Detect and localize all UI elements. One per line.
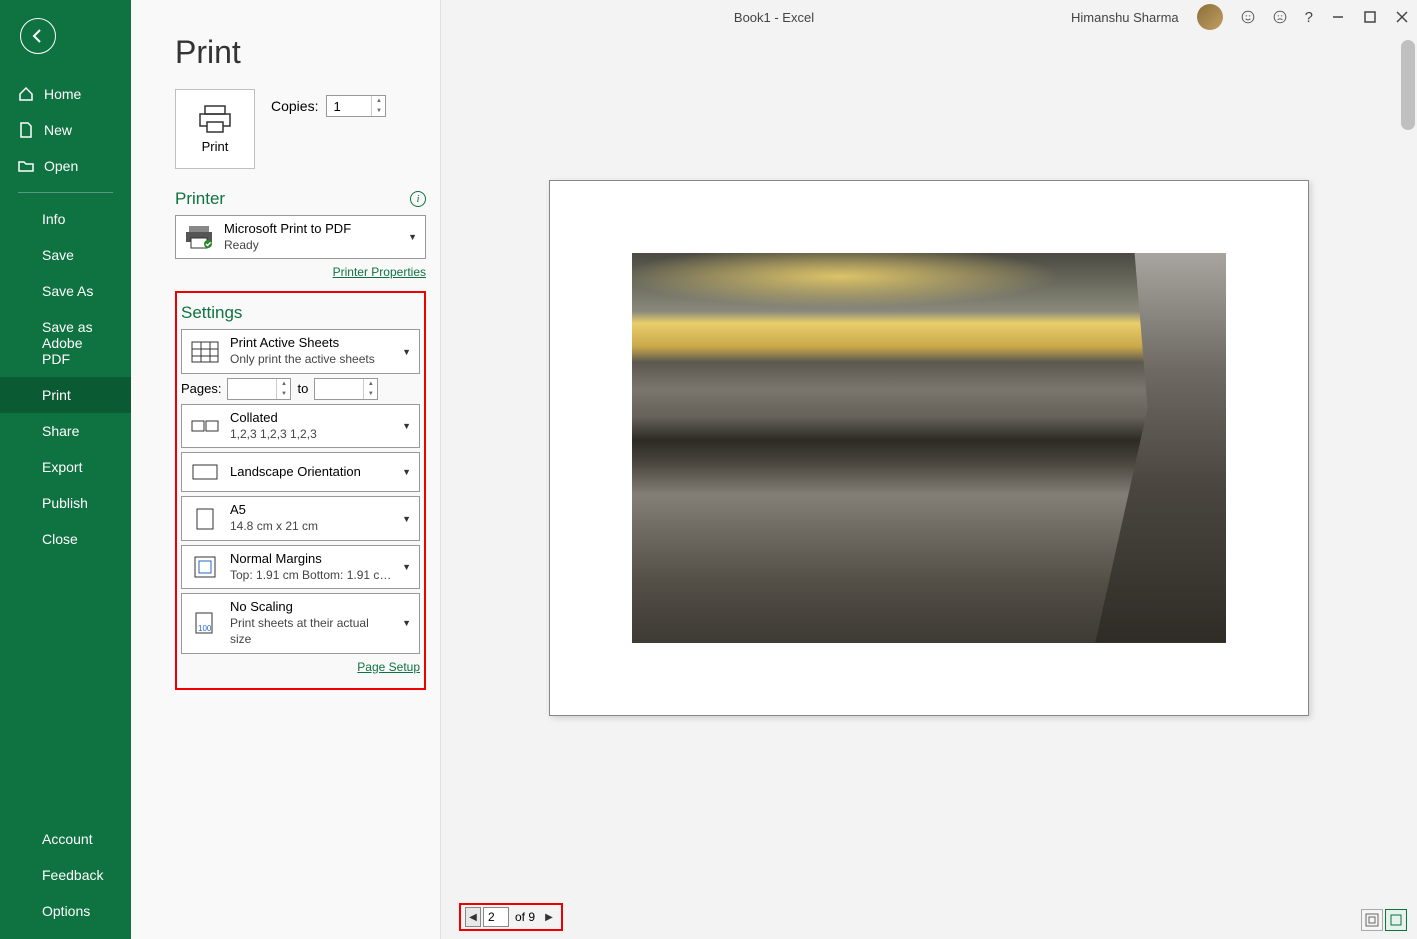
spinner-up-icon[interactable]: ▲ bbox=[372, 96, 385, 106]
margins-select[interactable]: Normal MarginsTop: 1.91 cm Bottom: 1.91 … bbox=[181, 545, 420, 589]
chevron-down-icon: ▼ bbox=[402, 618, 411, 628]
frown-icon[interactable] bbox=[1273, 10, 1287, 24]
scaling-icon: 100 bbox=[190, 609, 220, 637]
print-button[interactable]: Print bbox=[175, 89, 255, 169]
svg-text:100: 100 bbox=[198, 624, 212, 633]
user-name: Himanshu Sharma bbox=[1071, 10, 1179, 25]
sidebar-item-info[interactable]: Info bbox=[0, 201, 131, 237]
backstage-sidebar: Home New Open Info Save Save As Save as … bbox=[0, 0, 131, 939]
title-bar: Book1 - Excel Himanshu Sharma ? bbox=[131, 0, 1417, 34]
printer-select[interactable]: Microsoft Print to PDF Ready ▼ bbox=[175, 215, 426, 259]
prev-page-button[interactable]: ◀ bbox=[465, 907, 481, 927]
sidebar-label-open: Open bbox=[44, 158, 78, 174]
maximize-button[interactable] bbox=[1363, 10, 1377, 24]
copies-spinner[interactable]: ▲▼ bbox=[326, 95, 386, 117]
sidebar-item-home[interactable]: Home bbox=[0, 76, 131, 112]
copies-input[interactable] bbox=[327, 99, 367, 114]
info-icon[interactable]: i bbox=[410, 191, 426, 207]
settings-heading: Settings bbox=[181, 303, 242, 323]
sidebar-item-close[interactable]: Close bbox=[0, 521, 131, 557]
home-icon bbox=[18, 86, 34, 102]
pages-to-spinner[interactable]: ▲▼ bbox=[314, 378, 378, 400]
chevron-down-icon: ▼ bbox=[408, 232, 417, 242]
zoom-to-page-button[interactable] bbox=[1385, 909, 1407, 931]
sidebar-separator bbox=[18, 192, 113, 193]
sheets-icon bbox=[190, 338, 220, 366]
new-icon bbox=[18, 122, 34, 138]
sidebar-item-saveas[interactable]: Save As bbox=[0, 273, 131, 309]
sidebar-item-options[interactable]: Options bbox=[0, 893, 131, 929]
back-button[interactable] bbox=[20, 18, 56, 54]
smiley-icon[interactable] bbox=[1241, 10, 1255, 24]
preview-page bbox=[549, 180, 1309, 716]
sidebar-item-publish[interactable]: Publish bbox=[0, 485, 131, 521]
page-title: Print bbox=[175, 34, 426, 71]
page-number-input[interactable] bbox=[483, 907, 509, 927]
printer-device-icon bbox=[184, 223, 214, 251]
window-title: Book1 - Excel bbox=[734, 10, 814, 25]
landscape-icon bbox=[190, 458, 220, 486]
chevron-down-icon: ▼ bbox=[402, 514, 411, 524]
sidebar-item-save-adobe[interactable]: Save as Adobe PDF bbox=[0, 309, 131, 377]
scaling-select[interactable]: 100 No ScalingPrint sheets at their actu… bbox=[181, 593, 420, 653]
help-icon[interactable]: ? bbox=[1305, 9, 1313, 26]
sidebar-item-open[interactable]: Open bbox=[0, 148, 131, 184]
avatar[interactable] bbox=[1197, 4, 1223, 30]
what-to-print-select[interactable]: Print Active SheetsOnly print the active… bbox=[181, 329, 420, 373]
pages-from-input[interactable] bbox=[228, 381, 268, 396]
sidebar-item-share[interactable]: Share bbox=[0, 413, 131, 449]
sidebar-item-feedback[interactable]: Feedback bbox=[0, 857, 131, 893]
pages-from-spinner[interactable]: ▲▼ bbox=[227, 378, 291, 400]
close-button[interactable] bbox=[1395, 10, 1409, 24]
printer-properties-link[interactable]: Printer Properties bbox=[333, 265, 426, 279]
spinner-down-icon[interactable]: ▼ bbox=[372, 106, 385, 116]
margins-icon bbox=[190, 553, 220, 581]
sidebar-item-print[interactable]: Print bbox=[0, 377, 131, 413]
sidebar-item-export[interactable]: Export bbox=[0, 449, 131, 485]
print-preview: ◀ of 9 ▶ bbox=[441, 0, 1417, 939]
collate-icon bbox=[190, 412, 220, 440]
page-icon bbox=[190, 505, 220, 533]
paper-size-select[interactable]: A514.8 cm x 21 cm ▼ bbox=[181, 496, 420, 540]
chevron-down-icon: ▼ bbox=[402, 421, 411, 431]
page-setup-link[interactable]: Page Setup bbox=[357, 660, 420, 674]
sidebar-item-save[interactable]: Save bbox=[0, 237, 131, 273]
pages-label: Pages: bbox=[181, 381, 221, 396]
next-page-button[interactable]: ▶ bbox=[541, 907, 557, 927]
printer-icon bbox=[198, 105, 232, 133]
sidebar-item-new[interactable]: New bbox=[0, 112, 131, 148]
copies-label: Copies: bbox=[271, 98, 318, 114]
sidebar-label-new: New bbox=[44, 122, 72, 138]
to-label: to bbox=[297, 381, 308, 396]
page-total: of 9 bbox=[511, 910, 539, 924]
preview-scrollbar[interactable] bbox=[1401, 40, 1415, 130]
collate-select[interactable]: Collated1,2,3 1,2,3 1,2,3 ▼ bbox=[181, 404, 420, 448]
settings-highlight: Settings Print Active SheetsOnly print t… bbox=[175, 291, 426, 689]
chevron-down-icon: ▼ bbox=[402, 467, 411, 477]
page-nav-highlight: ◀ of 9 ▶ bbox=[459, 903, 563, 931]
sidebar-label-home: Home bbox=[44, 86, 81, 102]
preview-image bbox=[632, 253, 1226, 643]
orientation-select[interactable]: Landscape Orientation ▼ bbox=[181, 452, 420, 492]
sidebar-item-account[interactable]: Account bbox=[0, 821, 131, 857]
chevron-down-icon: ▼ bbox=[402, 562, 411, 572]
open-icon bbox=[18, 158, 34, 174]
chevron-down-icon: ▼ bbox=[402, 347, 411, 357]
printer-heading: Printer bbox=[175, 189, 225, 209]
show-margins-button[interactable] bbox=[1361, 909, 1383, 931]
print-settings-panel: Print Print Copies: ▲▼ Printer i bbox=[131, 0, 441, 939]
minimize-button[interactable] bbox=[1331, 10, 1345, 24]
pages-to-input[interactable] bbox=[315, 381, 355, 396]
